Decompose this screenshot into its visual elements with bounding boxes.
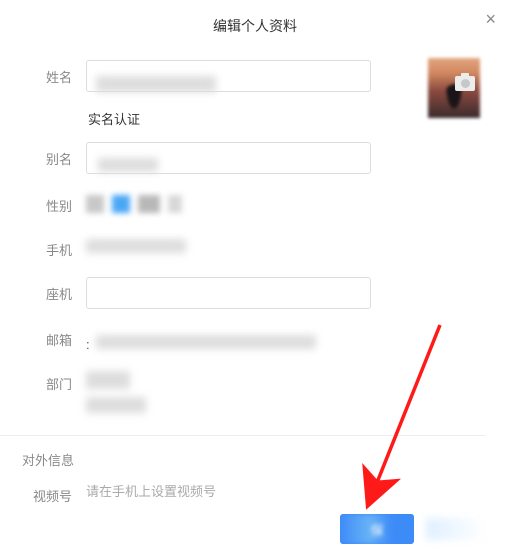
- close-icon[interactable]: ×: [485, 10, 496, 28]
- label-gender: 性别: [0, 189, 86, 215]
- redacted: [86, 397, 146, 413]
- label-landline: 座机: [0, 277, 86, 303]
- gender-selector[interactable]: [86, 189, 486, 213]
- dialog-title: 编辑个人资料: [0, 0, 510, 60]
- external-info-section-title: 对外信息: [0, 450, 486, 479]
- label-mobile: 手机: [0, 233, 86, 259]
- video-channel-hint: 请在手机上设置视频号: [86, 479, 486, 500]
- redacted: [86, 195, 104, 213]
- redacted: [112, 195, 130, 213]
- redacted: [138, 195, 160, 213]
- redacted: [86, 371, 130, 389]
- camera-icon: [455, 76, 475, 91]
- save-button[interactable]: 保: [340, 514, 414, 544]
- redacted: [168, 195, 182, 213]
- redacted: [426, 518, 486, 540]
- redacted: :: [86, 337, 92, 351]
- divider: [0, 435, 486, 436]
- label-department: 部门: [0, 367, 86, 393]
- label-name: 姓名: [0, 60, 86, 86]
- dialog-footer: 保: [340, 514, 486, 544]
- label-alias: 别名: [0, 142, 86, 168]
- name-input[interactable]: [86, 60, 371, 92]
- redacted: [86, 239, 186, 253]
- profile-form: 姓名 实名认证 别名 性别 手机 座机: [0, 60, 510, 509]
- alias-input[interactable]: [86, 142, 371, 174]
- real-name-auth-link[interactable]: 实名认证: [86, 109, 371, 128]
- landline-input[interactable]: [86, 277, 371, 309]
- redacted: [96, 335, 316, 349]
- label-video-channel: 视频号: [0, 479, 86, 505]
- label-email: 邮箱: [0, 323, 86, 349]
- avatar-uploader[interactable]: [428, 58, 480, 118]
